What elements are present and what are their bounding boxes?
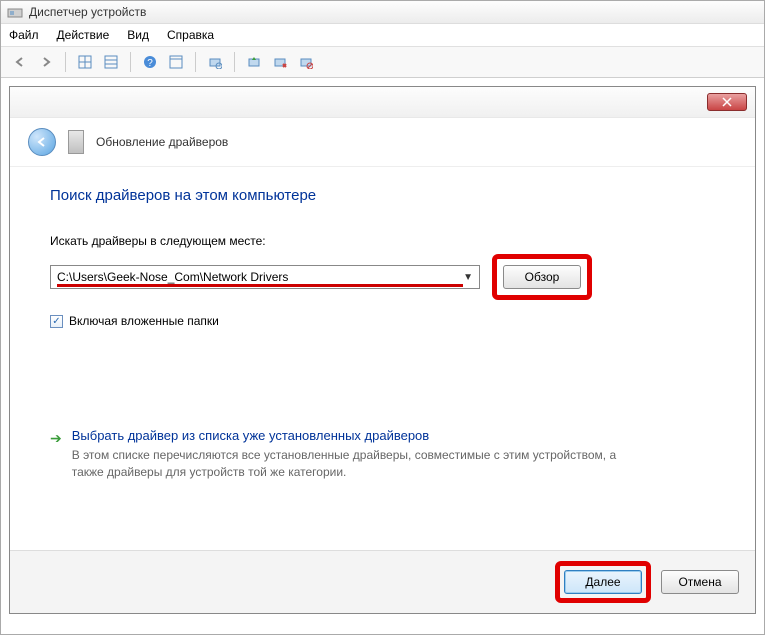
path-value: C:\Users\Geek-Nose_Com\Network Drivers [57,270,463,284]
dialog-footer: Далее Отмена [10,550,755,613]
path-row: C:\Users\Geek-Nose_Com\Network Drivers ▼… [50,254,715,300]
menu-help[interactable]: Справка [167,28,214,42]
dialog-nav: Обновление драйверов [10,118,755,167]
toolbar: ? [1,47,764,78]
browse-highlight: Обзор [492,254,592,300]
update-driver-icon[interactable] [243,51,265,73]
menu-file[interactable]: Файл [9,28,39,42]
help-icon[interactable]: ? [139,51,161,73]
menu-action[interactable]: Действие [57,28,110,42]
back-arrow-icon[interactable] [9,51,31,73]
next-button[interactable]: Далее [564,570,642,594]
separator [65,52,66,72]
separator [130,52,131,72]
cancel-button[interactable]: Отмена [661,570,739,594]
search-location-label: Искать драйверы в следующем месте: [50,234,715,248]
svg-text:?: ? [147,58,153,69]
highlight-underline [57,284,463,287]
app-icon [7,4,23,20]
close-button[interactable] [707,93,747,111]
pick-driver-link-section[interactable]: ➔ Выбрать драйвер из списка уже установл… [50,428,715,481]
separator [195,52,196,72]
content-area: Обновление драйверов Поиск драйверов на … [1,78,764,634]
forward-arrow-icon[interactable] [35,51,57,73]
update-driver-dialog: Обновление драйверов Поиск драйверов на … [9,86,756,614]
separator [234,52,235,72]
disable-icon[interactable] [295,51,317,73]
path-combobox[interactable]: C:\Users\Geek-Nose_Com\Network Drivers ▼ [50,265,480,289]
include-subfolders-label: Включая вложенные папки [69,314,219,328]
path-text: C:\Users\Geek-Nose_Com\Network Drivers [57,270,288,284]
list-icon[interactable] [100,51,122,73]
back-button[interactable] [28,128,56,156]
link-text-block: Выбрать драйвер из списка уже установлен… [72,428,632,481]
include-subfolders-row: ✓ Включая вложенные папки [50,314,715,328]
dialog-title: Обновление драйверов [96,135,228,149]
grid-icon[interactable] [74,51,96,73]
dropdown-arrow-icon[interactable]: ▼ [463,272,473,283]
menubar: Файл Действие Вид Справка [1,24,764,47]
browse-button[interactable]: Обзор [503,265,581,289]
pick-driver-link-desc: В этом списке перечисляются все установл… [72,447,632,481]
properties-icon[interactable] [165,51,187,73]
dialog-body: Поиск драйверов на этом компьютере Искат… [10,167,755,550]
titlebar: Диспетчер устройств [1,1,764,24]
dialog-heading: Поиск драйверов на этом компьютере [50,187,715,204]
device-icon [68,130,84,154]
menu-view[interactable]: Вид [127,28,149,42]
dialog-titlebar [10,87,755,118]
device-manager-window: Диспетчер устройств Файл Действие Вид Сп… [0,0,765,635]
arrow-right-icon: ➔ [50,430,62,481]
scan-hardware-icon[interactable] [204,51,226,73]
app-title: Диспетчер устройств [29,5,146,19]
include-subfolders-checkbox[interactable]: ✓ [50,315,63,328]
uninstall-icon[interactable] [269,51,291,73]
pick-driver-link-title: Выбрать драйвер из списка уже установлен… [72,428,632,443]
next-highlight: Далее [555,561,651,603]
